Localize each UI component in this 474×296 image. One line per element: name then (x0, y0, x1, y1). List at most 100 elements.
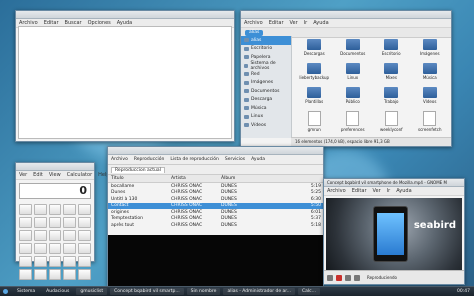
file-item[interactable]: Plantillas (295, 87, 334, 108)
calc-key[interactable] (33, 269, 47, 280)
calc-key[interactable] (48, 217, 62, 228)
menu-item[interactable]: Ayuda (313, 20, 328, 26)
calc-key[interactable] (48, 243, 62, 254)
calc-key[interactable] (48, 204, 62, 215)
menu-item[interactable]: Ir (387, 188, 391, 194)
calc-key[interactable] (48, 256, 62, 267)
calc-key[interactable] (78, 204, 91, 215)
location-chip[interactable]: alias (245, 29, 264, 36)
file-item[interactable]: liebertybackup (295, 63, 334, 84)
calc-key[interactable] (19, 269, 32, 280)
sidebar-item[interactable]: Documentos (241, 87, 291, 96)
file-item[interactable]: Público (334, 87, 373, 108)
calc-key[interactable] (63, 217, 77, 228)
calc-key[interactable] (63, 230, 77, 241)
menu-item[interactable]: Ayuda (251, 157, 265, 162)
taskbar-item[interactable]: Sin nombre (186, 288, 221, 295)
file-item[interactable]: gmrun (295, 111, 334, 136)
menu-item[interactable]: Ir (304, 20, 308, 26)
sidebar-item[interactable]: Escritorio (241, 45, 291, 54)
file-item[interactable]: weeklyconf (372, 111, 411, 136)
start-menu-icon[interactable] (3, 289, 8, 294)
next-icon[interactable] (354, 274, 360, 281)
calc-key[interactable] (78, 256, 91, 267)
file-item[interactable]: Documentos (334, 39, 373, 60)
file-item[interactable]: Mixes (372, 63, 411, 84)
calc-key[interactable] (78, 269, 91, 280)
editor-text-area[interactable] (18, 26, 232, 139)
files-titlebar[interactable] (241, 11, 451, 19)
file-item[interactable]: Música (411, 63, 450, 84)
calc-key[interactable] (48, 269, 62, 280)
menu-item[interactable]: Editar (269, 20, 284, 26)
sidebar-item[interactable]: Linux (241, 113, 291, 122)
taskbar-item[interactable]: gmusiclist (76, 288, 108, 295)
taskbar-item[interactable]: Concept bqabird vil smartp... (110, 288, 184, 295)
record-icon[interactable] (336, 274, 342, 281)
calc-key[interactable] (19, 256, 32, 267)
column-header[interactable]: Artista (171, 176, 221, 181)
column-header[interactable]: Álbum (221, 176, 301, 181)
calc-key[interactable] (63, 269, 77, 280)
table-row[interactable]: Untitl à 130 CHRISS ONAC DUNES 6:30 (108, 196, 323, 203)
table-row[interactable]: Temptestation CHRISS ONAC DUNES 5:37 (108, 216, 323, 223)
menu-item[interactable]: Edit (33, 172, 43, 178)
sidebar-item[interactable]: Vídeos (241, 121, 291, 130)
file-item[interactable]: Vídeos (411, 87, 450, 108)
menu-item[interactable]: Ayuda (396, 188, 411, 194)
table-row[interactable]: bocallame CHRISS ONAC DUNES 5:19 (108, 183, 323, 190)
calc-key[interactable] (19, 217, 32, 228)
menu-item[interactable]: Ver (19, 172, 27, 178)
calc-key[interactable] (33, 256, 47, 267)
calc-key[interactable] (78, 243, 91, 254)
tab-current-playlist[interactable]: Reproduccion actual (111, 166, 165, 173)
table-row[interactable]: origines CHRISS ONAC DUNES 6:01 (108, 209, 323, 216)
file-item[interactable]: Descargas (295, 39, 334, 60)
file-item[interactable]: Linux (334, 63, 373, 84)
calc-key[interactable] (63, 243, 77, 254)
editor-titlebar[interactable] (16, 11, 234, 19)
video-frame[interactable]: seabird (326, 198, 462, 270)
menu-item[interactable]: Calculator (67, 172, 92, 178)
calc-key[interactable] (48, 230, 62, 241)
menu-item[interactable]: Archivo (111, 157, 128, 162)
calc-key[interactable] (19, 230, 32, 241)
taskbar-item[interactable]: Calc... (298, 288, 320, 295)
menu-item[interactable]: Servicios (225, 157, 245, 162)
column-header[interactable]: Título (108, 176, 171, 181)
calc-key[interactable] (78, 217, 91, 228)
calc-key[interactable] (63, 256, 77, 267)
menu-item[interactable]: Reproducción (134, 157, 165, 162)
table-row[interactable]: Dunes CHRISS ONAC DUNES 5:25 (108, 190, 323, 197)
calc-key[interactable] (33, 204, 47, 215)
table-row[interactable]: Contact CHRISS ONAC DUNES 5:50 (108, 202, 323, 209)
calc-key[interactable] (33, 230, 47, 241)
play-icon[interactable] (345, 274, 351, 281)
calc-key[interactable] (63, 204, 77, 215)
taskbar-item[interactable]: alias - Administrador de ar... (223, 288, 296, 295)
calc-key[interactable] (33, 217, 47, 228)
menu-item[interactable]: View (49, 172, 61, 178)
sidebar-item[interactable]: Música (241, 104, 291, 113)
music-titlebar[interactable] (108, 147, 323, 155)
calc-titlebar[interactable] (16, 163, 94, 171)
sidebar-item[interactable]: Red (241, 70, 291, 79)
sidebar-item[interactable]: Sistema de archivos (241, 61, 291, 71)
taskbar-item[interactable]: Audacious (42, 288, 73, 295)
calc-key[interactable] (19, 243, 32, 254)
file-item[interactable]: Trabajo (372, 87, 411, 108)
menu-item[interactable]: Archivo (327, 188, 346, 194)
menu-item[interactable]: Editar (352, 188, 367, 194)
sidebar-item[interactable]: alias (241, 36, 291, 45)
menu-item[interactable]: Ver (290, 20, 298, 26)
file-item[interactable]: Escritorio (372, 39, 411, 60)
table-row[interactable]: après tout CHRISS ONAC DUNES 5:18 (108, 222, 323, 229)
video-title[interactable]: Concept bqabird vil smartphone de Mozill… (324, 179, 464, 187)
menu-item[interactable]: Archivo (244, 20, 263, 26)
menu-item[interactable]: Ver (373, 188, 381, 194)
menu-item[interactable]: Lista de reproducción (170, 157, 219, 162)
file-item[interactable]: screenfetch (411, 111, 450, 136)
calc-key[interactable] (33, 243, 47, 254)
taskbar-item[interactable]: Sistema (13, 288, 39, 295)
sidebar-item[interactable]: Imágenes (241, 79, 291, 88)
